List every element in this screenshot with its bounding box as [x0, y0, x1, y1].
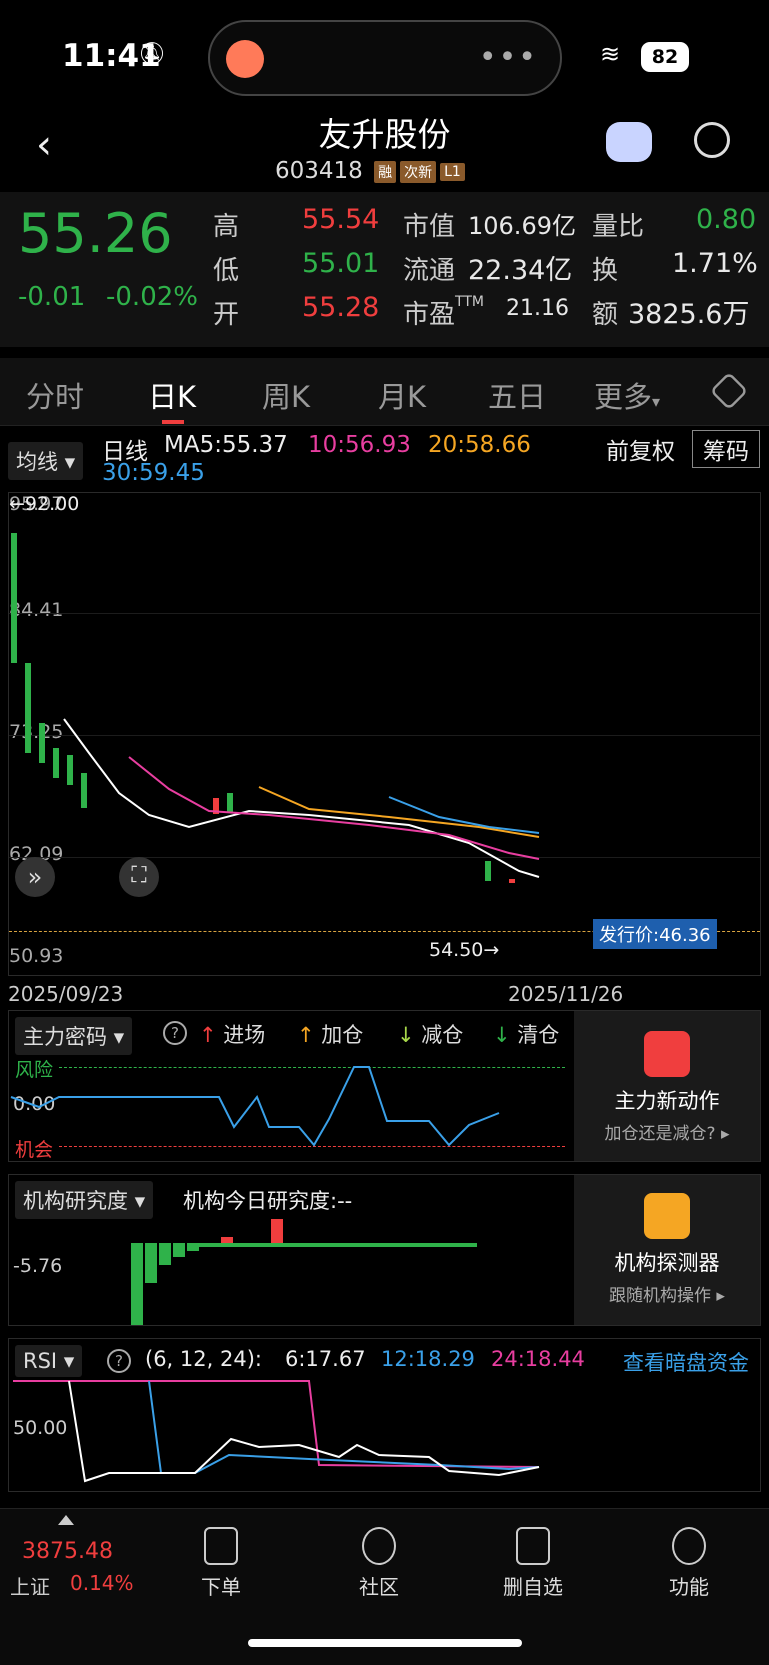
settings-icon[interactable]: [709, 371, 749, 411]
home-indicator: [248, 1639, 522, 1647]
ma30-label: 30:59.45: [102, 460, 205, 486]
low-label: 低: [213, 256, 240, 286]
research-bar: [131, 1243, 143, 1325]
index-name: 上证: [10, 1575, 50, 1599]
float-cap-value: 22.34亿: [468, 255, 573, 286]
robot-assistant-icon[interactable]: [606, 122, 652, 162]
quote-panel: 55.26 -0.01 -0.02% 高 55.54 低 55.01 开 55.…: [0, 192, 769, 347]
kline-chart[interactable]: 95.97 ←92.00 84.41 73.25 62.09 50.93 » ⛶…: [8, 492, 761, 976]
main-force-panel: 主力密码 ▾ ? ↑ 进场 ↑ 加仓 ↓ 减仓 ↓ 清仓 风险 0.00 机会 …: [8, 1010, 761, 1162]
ma10-label: 10:56.93: [308, 432, 411, 458]
research-bar: [159, 1243, 171, 1265]
card-subtitle: 跟随机构操作 ▸: [609, 1286, 725, 1306]
date-end: 2025/11/26: [508, 982, 624, 1006]
ma20-label: 20:58.66: [428, 432, 531, 458]
high-value: 55.54: [302, 204, 380, 235]
card-subtitle: 加仓还是减仓? ▸: [604, 1124, 730, 1144]
rsi-lines: [13, 1380, 540, 1483]
tab-five-day[interactable]: 五日: [488, 374, 546, 416]
amount-label: 额: [592, 300, 619, 330]
pe-value: 21.16: [506, 296, 569, 321]
home-icon: [644, 1193, 690, 1239]
turnover-label: 换: [592, 256, 619, 286]
nav-community[interactable]: 社区: [334, 1527, 424, 1600]
research-bar: [173, 1243, 185, 1257]
stock-header: ‹ 友升股份 603418 融次新 L1: [0, 108, 769, 190]
issue-price-badge: 发行价:46.36: [593, 919, 717, 949]
rsi-panel: RSI ▾ ? (6, 12, 24): 6:17.67 12:18.29 24…: [8, 1338, 761, 1492]
institution-panel: 机构研究度 ▾ 机构今日研究度:-- -5.76 机构探测器 跟随机构操作 ▸: [8, 1174, 761, 1326]
main-force-action-card[interactable]: 主力新动作 加仓还是减仓? ▸: [574, 1011, 760, 1161]
star-icon: [362, 1527, 396, 1565]
research-bar: [145, 1243, 157, 1283]
ma5-label: MA5:55.37: [164, 432, 288, 458]
active-tab-indicator: [162, 420, 184, 424]
stock-name: 友升股份: [318, 115, 451, 154]
ma-dropdown[interactable]: 均线 ▾: [8, 442, 84, 480]
expand-up-icon[interactable]: [58, 1515, 74, 1525]
adjust-mode[interactable]: 前复权: [606, 432, 675, 466]
institution-dropdown[interactable]: 机构研究度 ▾: [15, 1181, 154, 1219]
pe-label: 市盈TTM: [403, 294, 484, 330]
institution-today: 机构今日研究度:--: [183, 1189, 353, 1213]
last-price: 55.26: [18, 202, 173, 265]
stock-code: 603418: [275, 158, 363, 184]
price-change-pct: -0.02%: [106, 282, 198, 312]
tab-more[interactable]: 更多▾: [594, 374, 660, 416]
volume-ratio-value: 0.80: [696, 204, 757, 235]
level1-tag: L1: [440, 162, 465, 181]
tab-weekly-k[interactable]: 周K: [262, 374, 310, 416]
index-pct: 0.14%: [70, 1571, 134, 1595]
y-label: -5.76: [13, 1255, 63, 1277]
chip-button[interactable]: 筹码: [692, 430, 760, 468]
index-value[interactable]: 3875.48: [22, 1539, 113, 1564]
low-marker: 54.50→: [429, 939, 500, 961]
wifi-icon: ≋: [600, 40, 621, 68]
tab-daily-k[interactable]: 日K: [148, 374, 196, 416]
fullscreen-icon[interactable]: ⛶: [119, 857, 159, 897]
battery-indicator: 82: [641, 42, 689, 72]
minus-box-icon: [516, 1527, 550, 1565]
nav-order[interactable]: 下单: [176, 1527, 266, 1600]
main-force-line: [10, 1066, 500, 1147]
volume-ratio-label: 量比: [592, 212, 645, 242]
status-bar: 11:41 🔕︎ ••• ≋ 82: [0, 0, 769, 110]
card-title: 主力新动作: [614, 1089, 720, 1113]
tab-monthly-k[interactable]: 月K: [378, 374, 426, 416]
document-icon: [204, 1527, 238, 1565]
expand-panel-icon[interactable]: »: [15, 857, 55, 897]
more-icon: •••: [478, 40, 538, 75]
institution-detector-card[interactable]: 机构探测器 跟随机构操作 ▸: [574, 1175, 760, 1325]
amount-value: 3825.6万: [628, 299, 750, 330]
market-cap-label: 市值: [403, 212, 456, 242]
stock-code-line: 603418 融次新 L1: [275, 158, 465, 184]
kline-legend: 均线 ▾ 日线 MA5:55.37 10:56.93 20:58.66 30:5…: [0, 426, 769, 492]
date-start: 2025/09/23: [8, 982, 124, 1006]
nav-functions[interactable]: 功能: [644, 1527, 734, 1600]
card-title: 机构探测器: [614, 1251, 720, 1275]
open-value: 55.28: [302, 292, 380, 323]
bottom-nav: 3875.48 上证 0.14% 下单 社区 删自选 功能: [0, 1508, 769, 1665]
high-label: 高: [213, 212, 240, 242]
float-cap-label: 流通: [403, 256, 456, 286]
search-icon[interactable]: [694, 122, 730, 158]
market-cap-value: 106.69亿: [468, 212, 576, 240]
ma-lines: [63, 718, 540, 878]
research-bar: [271, 1219, 283, 1243]
open-label: 开: [213, 300, 240, 330]
low-value: 55.01: [302, 248, 380, 279]
price-change: -0.01: [18, 282, 86, 312]
tab-timeshare[interactable]: 分时: [26, 374, 84, 416]
nav-remove-watchlist[interactable]: 删自选: [488, 1527, 578, 1600]
new-stock-tag: 次新: [400, 160, 437, 183]
period-tabs: 分时 日K 周K 月K 五日 更多▾: [0, 358, 769, 426]
menu-icon: [672, 1527, 706, 1565]
mute-icon: 🔕︎: [138, 42, 166, 67]
turnover-value: 1.71%: [672, 248, 758, 279]
mail-app-icon: [226, 40, 264, 78]
dynamic-island[interactable]: •••: [208, 20, 562, 96]
lock-icon: [644, 1031, 690, 1077]
margin-tag: 融: [374, 160, 397, 183]
research-bar: [187, 1243, 477, 1247]
